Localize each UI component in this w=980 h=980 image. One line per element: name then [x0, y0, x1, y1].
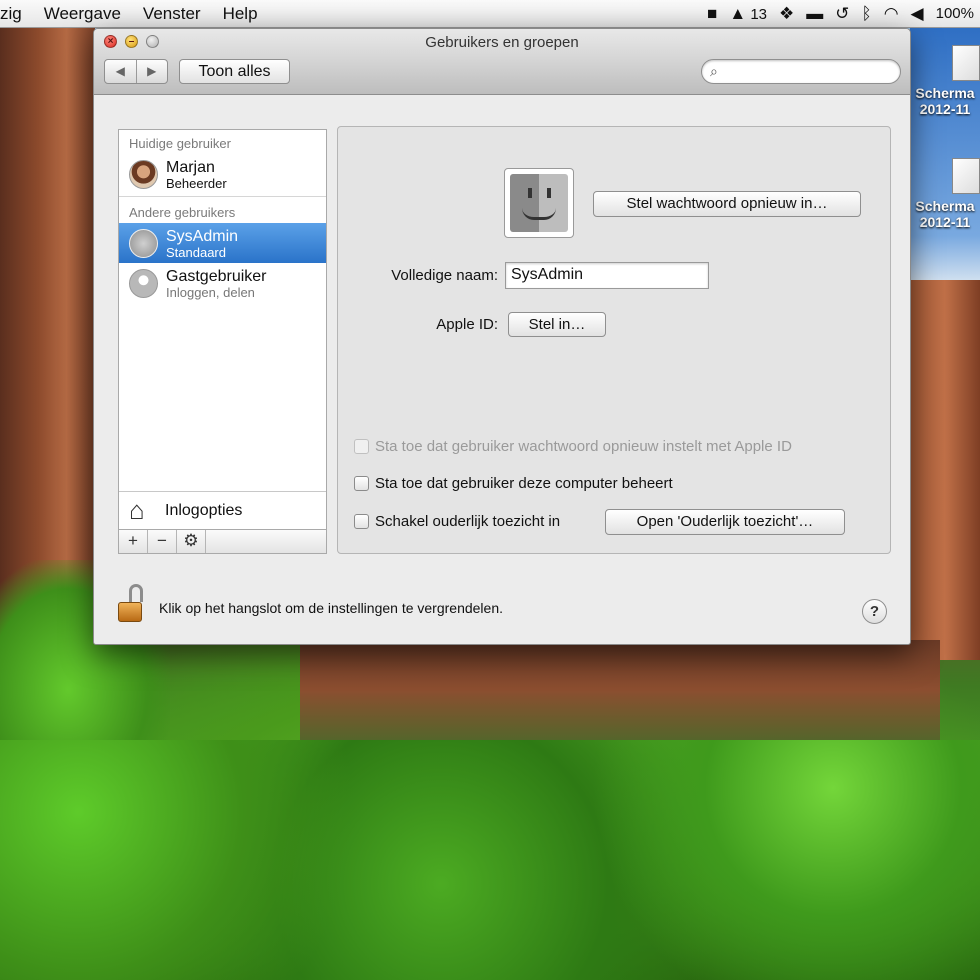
menu-status-area: ■ ▲ 13 ❖ ▬ ↺ ᛒ ◠ ◀ 100% [707, 5, 980, 23]
add-user-button[interactable]: + [119, 530, 148, 553]
login-options-item[interactable]: ⌂ Inlogopties [119, 491, 326, 529]
padlock-shackle [129, 584, 143, 602]
home-icon: ⌂ [129, 495, 145, 525]
parental-control-checkbox[interactable] [354, 514, 369, 529]
admin-checkbox-label: Sta toe dat gebruiker deze computer behe… [375, 475, 673, 492]
window-title: Gebruikers en groepen [425, 34, 579, 51]
padlock-icon[interactable] [116, 584, 150, 622]
checkbox-row-apple-id-reset: Sta toe dat gebruiker wachtwoord opnieuw… [354, 438, 792, 455]
menu-item-venster[interactable]: Venster [132, 4, 212, 24]
checkbox-row-admin[interactable]: Sta toe dat gebruiker deze computer behe… [354, 475, 673, 492]
desktop-cliff-right [910, 280, 980, 660]
menu-bar: zig Weergave Venster Help ■ ▲ 13 ❖ ▬ ↺ ᛒ… [0, 0, 980, 28]
user-row-sysadmin[interactable]: SysAdmin Standaard [119, 223, 326, 263]
search-icon: ⌕ [710, 63, 718, 79]
login-options-label: Inlogopties [165, 502, 243, 519]
desktop-file-icon[interactable]: Scherma 2012-11 [910, 158, 980, 230]
desktop-file-name: Scherma [915, 85, 975, 101]
search-field[interactable]: ⌕ [701, 59, 901, 84]
user-name: Gastgebruiker [166, 268, 267, 285]
hat-icon[interactable]: ▬ [806, 5, 823, 22]
desktop-file-icon[interactable]: Scherma 2012-11 [910, 45, 980, 117]
volume-icon[interactable]: ◀ [911, 5, 924, 22]
user-row-gastgebruiker[interactable]: Gastgebruiker Inloggen, delen [119, 263, 326, 303]
adobe-notification[interactable]: ▲ 13 [729, 5, 767, 23]
avatar [129, 269, 158, 298]
other-users-header: Andere gebruikers [129, 205, 236, 220]
reset-password-button[interactable]: Stel wachtwoord opnieuw in… [593, 191, 861, 217]
avatar [129, 160, 158, 189]
adobe-icon: ▲ [729, 3, 747, 23]
lock-instruction-text: Klik op het hangslot om de instellingen … [159, 600, 503, 616]
forward-button[interactable]: ▶ [137, 60, 168, 83]
apple-id-reset-label: Sta toe dat gebruiker wachtwoord opnieuw… [375, 438, 792, 455]
padlock-body [118, 602, 142, 622]
full-name-label: Volledige naam: [391, 267, 498, 284]
gear-icon[interactable]: ⚙ [177, 530, 206, 553]
open-parental-controls-button[interactable]: Open 'Ouderlijk toezicht'… [605, 509, 845, 535]
desktop-forest [0, 740, 980, 980]
apple-id-label: Apple ID: [436, 316, 498, 333]
finder-icon [510, 174, 568, 232]
window-titlebar: × – Gebruikers en groepen ◀ ▶ Toon alles… [94, 29, 910, 95]
user-picture[interactable] [504, 168, 574, 238]
menu-item-weergave[interactable]: Weergave [33, 4, 132, 24]
user-details-panel: Stel wachtwoord opnieuw in… Volledige na… [337, 126, 891, 554]
screenshot-thumbnail-icon [952, 158, 980, 194]
notification-count: 13 [750, 5, 767, 23]
navigation-segment: ◀ ▶ [104, 59, 168, 84]
user-list: Huidige gebruiker Marjan Beheerder Ander… [118, 129, 327, 554]
back-button[interactable]: ◀ [105, 60, 137, 83]
finder-eye-right [547, 188, 551, 198]
parental-control-label: Schakel ouderlijk toezicht in [375, 513, 561, 530]
user-name: SysAdmin [166, 228, 239, 245]
menu-item-help[interactable]: Help [212, 4, 269, 24]
admin-checkbox[interactable] [354, 476, 369, 491]
checkbox-row-parental[interactable]: Schakel ouderlijk toezicht in [354, 513, 560, 530]
desktop-file-name: Scherma [915, 198, 975, 214]
battery-percentage[interactable]: 100% [936, 5, 974, 22]
apple-id-reset-checkbox [354, 439, 369, 454]
menu-item-zig[interactable]: zig [0, 4, 33, 24]
user-role: Beheerder [166, 176, 227, 191]
finder-smile [522, 208, 556, 220]
desktop-file-date: 2012-11 [919, 214, 971, 230]
finder-eye-left [528, 188, 532, 198]
divider [119, 196, 326, 197]
current-user-header: Huidige gebruiker [129, 136, 231, 151]
show-all-button[interactable]: Toon alles [179, 59, 290, 84]
dropbox-icon[interactable]: ❖ [779, 5, 794, 22]
screenshot-thumbnail-icon [952, 45, 980, 81]
evernote-icon[interactable]: ■ [707, 5, 717, 22]
users-groups-window: × – Gebruikers en groepen ◀ ▶ Toon alles… [93, 28, 911, 645]
desktop-cliff-left [0, 28, 95, 648]
apple-id-set-button[interactable]: Stel in… [508, 312, 606, 337]
user-role: Inloggen, delen [166, 285, 255, 300]
bluetooth-icon[interactable]: ᛒ [862, 5, 872, 22]
remove-user-button[interactable]: − [148, 530, 177, 553]
search-input[interactable] [728, 62, 893, 81]
avatar [129, 229, 158, 258]
full-name-field[interactable]: SysAdmin [505, 262, 709, 289]
desktop-file-date: 2012-11 [919, 101, 971, 117]
user-list-toolbar: + − ⚙ [119, 529, 326, 553]
user-row-marjan[interactable]: Marjan Beheerder [119, 154, 326, 194]
help-button[interactable]: ? [862, 599, 887, 624]
user-name: Marjan [166, 159, 215, 176]
user-role: Standaard [166, 245, 226, 260]
desktop-canyon [300, 640, 940, 750]
wifi-icon[interactable]: ◠ [884, 5, 899, 22]
time-machine-icon[interactable]: ↺ [835, 5, 849, 22]
